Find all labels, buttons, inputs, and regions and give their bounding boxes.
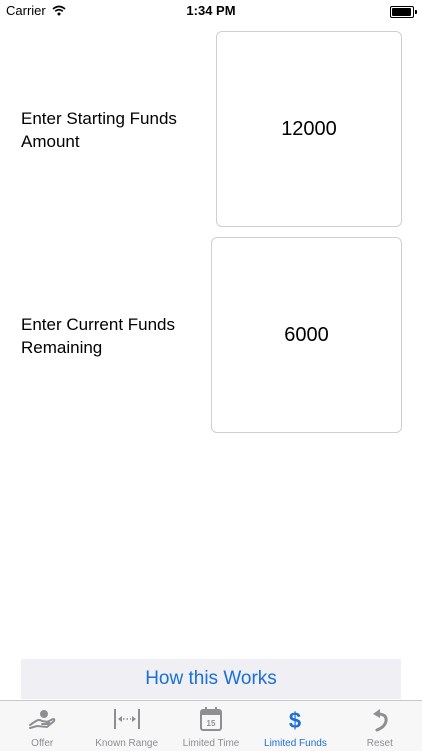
status-time: 1:34 PM	[186, 3, 236, 18]
how-this-works-label: How this Works	[145, 668, 277, 689]
tab-reset[interactable]: Reset	[338, 701, 422, 751]
calendar-day: 15	[207, 719, 216, 728]
range-icon	[113, 709, 140, 729]
tab-reset-label: Reset	[366, 738, 393, 749]
current-funds-input[interactable]: 6000	[211, 237, 402, 433]
current-funds-value: 6000	[284, 323, 329, 346]
tab-known-range-label: Known Range	[95, 738, 159, 749]
tab-known-range[interactable]: Known Range	[84, 701, 168, 751]
tab-limited-funds-label: Limited Funds	[264, 738, 327, 749]
battery-icon	[390, 6, 417, 18]
starting-funds-value: 12000	[281, 117, 337, 140]
reset-icon	[372, 709, 388, 732]
calendar-icon: 15	[200, 707, 223, 731]
current-funds-label: Enter Current Funds Remaining	[21, 315, 176, 357]
dollar-glyph: $	[289, 708, 301, 732]
how-this-works-button[interactable]: How this Works	[21, 659, 401, 699]
tab-offer-label: Offer	[31, 738, 54, 749]
starting-funds-input[interactable]: 12000	[216, 31, 402, 227]
tab-limited-time-label: Limited Time	[182, 738, 240, 749]
status-bar: Carrier 1:34 PM	[0, 0, 422, 22]
starting-funds-label: Enter Starting Funds Amount	[21, 109, 177, 151]
tab-bar: Offer Known Range 15 Limited Time $ Limi…	[0, 700, 422, 751]
dollar-icon: $	[289, 708, 301, 732]
tab-offer[interactable]: Offer	[0, 701, 84, 751]
tab-limited-time[interactable]: 15 Limited Time	[169, 701, 253, 751]
tab-limited-funds[interactable]: $ Limited Funds	[253, 701, 337, 751]
offer-hand-icon	[29, 710, 56, 729]
